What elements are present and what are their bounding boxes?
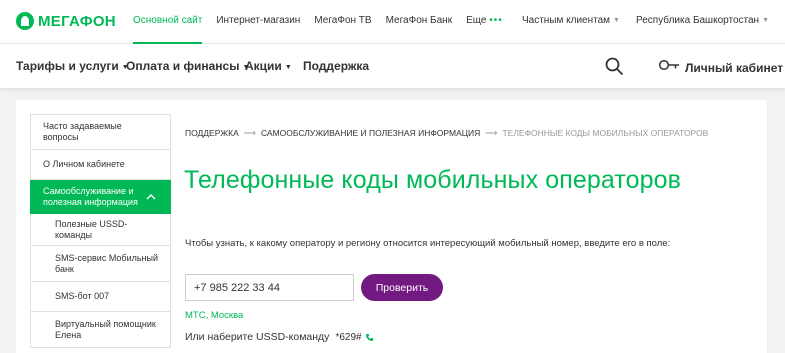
- more-dots-icon: •••: [489, 15, 503, 26]
- logo-text: МегаФон: [38, 12, 116, 30]
- ussd-label: Или наберите USSD-команду: [185, 331, 330, 343]
- sidebar-item-faq[interactable]: Часто задаваемые вопросы: [30, 114, 171, 150]
- sidebar-item-label: Часто задаваемые вопросы: [43, 121, 122, 142]
- nav-support[interactable]: Поддержка: [303, 59, 369, 73]
- sidebar-item-cabinet[interactable]: О Личном кабинете: [30, 150, 171, 180]
- page-description: Чтобы узнать, к какому оператору и регио…: [185, 238, 671, 249]
- sidebar-item-ussd[interactable]: Полезные USSD-команды: [30, 214, 171, 246]
- arrow-right-icon: ⟶: [485, 128, 498, 138]
- nav-promos-label: Акции: [245, 59, 282, 73]
- search-icon[interactable]: [604, 56, 624, 76]
- breadcrumb-selfservice[interactable]: САМООБСЛУЖИВАНИЕ И ПОЛЕЗНАЯ ИНФОРМАЦИЯ: [261, 128, 480, 139]
- logo-icon: [16, 12, 34, 30]
- top-link-more[interactable]: Еще •••: [466, 0, 503, 44]
- segment-selector[interactable]: Частным клиентам ▼: [522, 0, 620, 44]
- sidebar-item-label: О Личном кабинете: [43, 159, 125, 169]
- arrow-right-icon: ⟶: [243, 128, 256, 138]
- sidebar-item-selfservice[interactable]: Самообслуживание и полезная информация: [30, 180, 171, 214]
- region-label: Республика Башкортостан: [635, 15, 760, 26]
- phone-number-input[interactable]: [185, 274, 354, 301]
- sidebar-item-sms-bank[interactable]: SMS-сервис Мобильный банк: [30, 246, 171, 282]
- breadcrumb-current: ТЕЛЕФОННЫЕ КОДЫ МОБИЛЬНЫХ ОПЕРАТОРОВ: [502, 128, 709, 138]
- caret-down-icon: ▼: [284, 64, 292, 71]
- ussd-hint: Или наберите USSD-команду *629#: [185, 331, 374, 343]
- content-card: Часто задаваемые вопросы О Личном кабине…: [16, 100, 767, 353]
- sidebar: Часто задаваемые вопросы О Личном кабине…: [30, 114, 171, 348]
- sidebar-item-label: Самообслуживание и полезная информация: [43, 185, 138, 207]
- sidebar-item-label: SMS-бот 007: [55, 291, 110, 301]
- check-button[interactable]: Проверить: [361, 274, 443, 301]
- nav-promos[interactable]: Акции ▼: [245, 59, 292, 73]
- sidebar-item-label: Виртуальный помощник Елена: [55, 318, 156, 340]
- nav-payment-label: Оплата и финансы: [126, 59, 240, 73]
- sidebar-item-label: SMS-сервис Мобильный банк: [55, 252, 159, 274]
- nav-payment[interactable]: Оплата и финансы ▼: [126, 59, 249, 73]
- top-link-tv[interactable]: МегаФон ТВ: [314, 0, 371, 44]
- page-title: Телефонные коды мобильных операторов: [184, 166, 681, 194]
- top-link-more-label: Еще: [466, 15, 487, 26]
- phone-icon: [365, 333, 374, 342]
- segment-label: Частным клиентам: [521, 15, 611, 26]
- megafon-logo[interactable]: МегаФон: [16, 12, 116, 30]
- cabinet-label: Личный кабинет: [685, 60, 784, 75]
- main-nav: Тарифы и услуги ▼ Оплата и финансы ▼ Акции…: [0, 44, 785, 88]
- region-selector[interactable]: Республика Башкортостан ▼: [636, 0, 769, 44]
- sidebar-item-sms-bot[interactable]: SMS-бот 007: [30, 282, 171, 312]
- breadcrumb: ПОДДЕРЖКА ⟶ САМООБСЛУЖИВАНИЕ И ПОЛЕЗНАЯ …: [185, 128, 708, 139]
- caret-down-icon: ▼: [613, 17, 620, 24]
- top-link-shop[interactable]: Интернет-магазин: [216, 0, 300, 44]
- top-links: Основной сайт Интернет-магазин МегаФон Т…: [133, 0, 517, 44]
- sidebar-item-label: Полезные USSD-команды: [55, 218, 128, 240]
- sidebar-item-assistant[interactable]: Виртуальный помощник Елена: [30, 312, 171, 348]
- nav-tariffs[interactable]: Тарифы и услуги ▼: [16, 59, 129, 73]
- caret-down-icon: ▼: [762, 17, 769, 24]
- top-link-bank[interactable]: МегаФон Банк: [386, 0, 452, 44]
- breadcrumb-support[interactable]: ПОДДЕРЖКА: [185, 128, 239, 139]
- nav-tariffs-label: Тарифы и услуги: [16, 59, 119, 73]
- key-icon: [658, 58, 680, 77]
- top-link-main-site[interactable]: Основной сайт: [133, 0, 203, 44]
- operator-result: МТС, Москва: [185, 310, 244, 321]
- top-right: Частным клиентам ▼ Республика Башкортоста…: [506, 0, 769, 44]
- chevron-up-icon: [144, 190, 158, 204]
- cabinet-link[interactable]: Личный кабинет: [658, 58, 783, 77]
- top-bar: МегаФон Основной сайт Интернет-магазин М…: [0, 0, 785, 44]
- ussd-code[interactable]: *629#: [335, 332, 361, 343]
